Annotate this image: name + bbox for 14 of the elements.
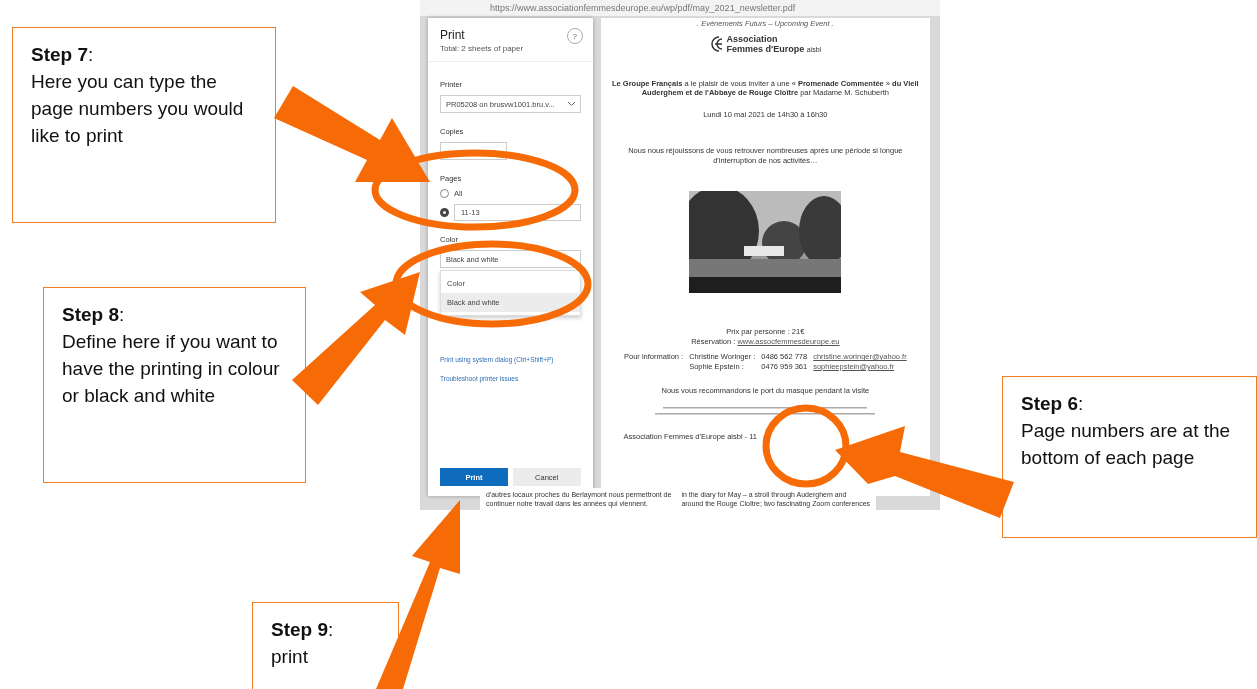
- copies-field[interactable]: [440, 142, 507, 160]
- step-text: Define here if you want to have the printing in colour or black and white: [62, 329, 281, 408]
- logo-icon: [709, 36, 724, 53]
- dialog-subtitle: Total: 2 sheets of paper: [440, 44, 524, 53]
- step-text: Page numbers are at the bottom of each page: [1021, 418, 1232, 470]
- step-title: Step 7:: [31, 43, 95, 67]
- step-title: Step 9:: [271, 618, 335, 642]
- chevron-icon: [567, 102, 575, 106]
- step-title: Step 6:: [1021, 392, 1085, 416]
- step-title: Step 8:: [62, 303, 126, 327]
- dialog-title: Print: [440, 28, 466, 42]
- step-text: print: [271, 644, 309, 669]
- step-text: Here you can type the page numbers you would like to print: [31, 69, 245, 148]
- radio-button[interactable]: [440, 208, 449, 217]
